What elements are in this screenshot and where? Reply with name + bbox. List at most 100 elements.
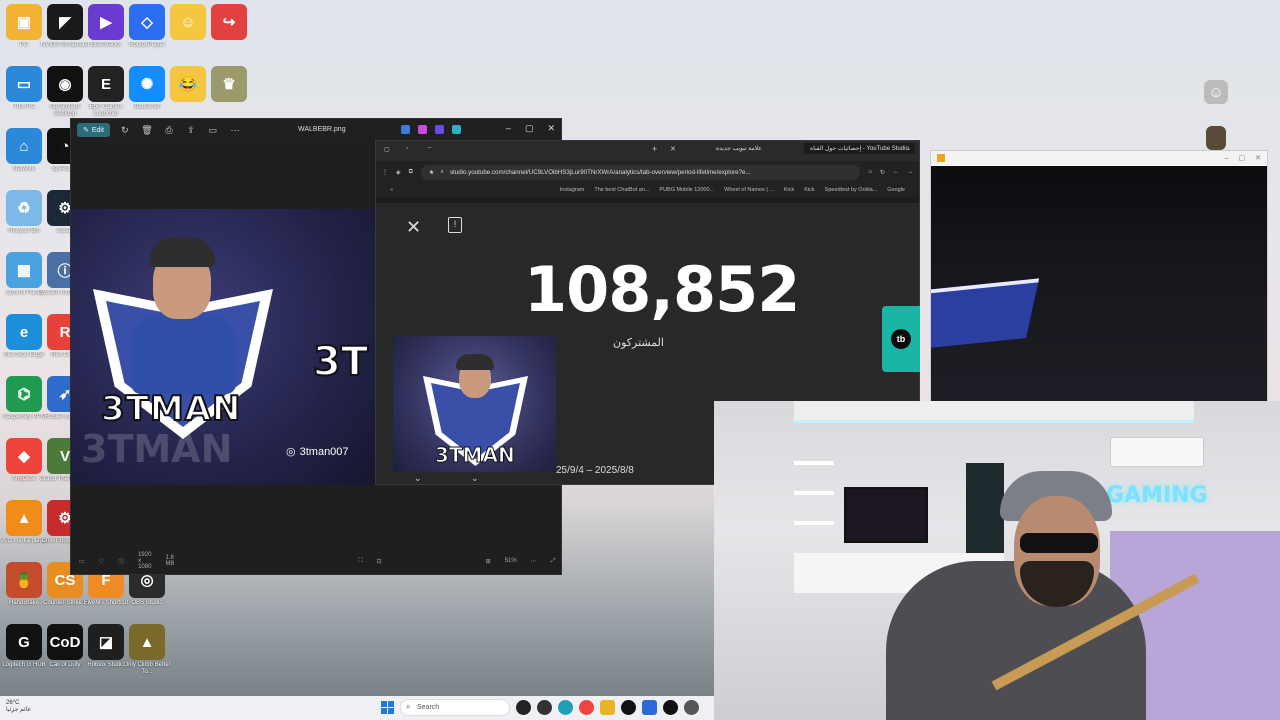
- rotate-icon[interactable]: ↻: [118, 125, 132, 136]
- temperature: 26°C: [6, 700, 20, 706]
- app-icon-4[interactable]: [452, 125, 461, 134]
- app-icon-edge[interactable]: [558, 700, 573, 715]
- bookmark-4[interactable]: Wheel of Names | ...: [724, 187, 774, 193]
- info-icon[interactable]: ⓘ: [118, 557, 124, 566]
- app-icon: 😂: [170, 66, 206, 102]
- weather-text: غائم جزئيا: [6, 707, 31, 713]
- close-icon[interactable]: ✕: [547, 123, 555, 134]
- favorite-star-icon[interactable]: ★: [429, 169, 435, 176]
- side-widget-tab[interactable]: tb: [882, 306, 920, 372]
- more-icon[interactable]: ⋯: [228, 125, 242, 136]
- tab-actions-icon[interactable]: ▢: [384, 146, 390, 153]
- bookmark-3[interactable]: PUBG Mobile 12000...: [659, 187, 714, 193]
- banner-name-text: 3TMAN: [100, 388, 242, 430]
- edit-button[interactable]: ✎ Edit: [77, 123, 110, 137]
- app-icon-6[interactable]: [621, 700, 636, 715]
- game-platform: [931, 278, 1040, 350]
- browser-minimize-icon[interactable]: –: [428, 145, 431, 151]
- app-icon-2[interactable]: [537, 700, 552, 715]
- app-icon: ✺: [129, 66, 165, 102]
- crop-icon[interactable]: ⊡: [377, 558, 382, 565]
- back-icon[interactable]: ←: [893, 169, 899, 175]
- refresh-icon[interactable]: ↻: [880, 169, 885, 176]
- filmstrip-icon[interactable]: ▭: [79, 558, 85, 565]
- app-icon-1[interactable]: [401, 125, 410, 134]
- taskbar-search[interactable]: ⌕ Search: [400, 699, 510, 716]
- desktop-icon[interactable]: ▲ Only Climb Better To...: [123, 624, 171, 686]
- favorite-icon[interactable]: ♡: [99, 558, 104, 565]
- collections-icon[interactable]: ⧉: [409, 169, 413, 176]
- fit-icon[interactable]: ⛶: [358, 558, 362, 565]
- menu-icon[interactable]: ⋮: [382, 169, 388, 176]
- zoom-icon[interactable]: ⊞: [486, 558, 491, 565]
- tab-new-tab[interactable]: علامة تبويب جديدة: [716, 145, 762, 152]
- app-icon-2[interactable]: [418, 125, 427, 134]
- delete-icon[interactable]: 🗑: [140, 125, 154, 136]
- app-icon-8[interactable]: [663, 700, 678, 715]
- close-icon[interactable]: ✕: [1255, 154, 1261, 162]
- minimize-icon[interactable]: ▫: [406, 146, 408, 152]
- close-icon[interactable]: ✕: [406, 217, 421, 238]
- app-icon-3[interactable]: [435, 125, 444, 134]
- desktop-icon[interactable]: ↪: [205, 4, 253, 66]
- zoom-value[interactable]: 51%: [505, 558, 517, 564]
- fullscreen-icon[interactable]: ⤢: [551, 558, 556, 565]
- tab-close-icon[interactable]: ✕: [670, 145, 676, 153]
- maximize-icon[interactable]: ▢: [1239, 154, 1246, 162]
- sunglasses: [1020, 533, 1098, 553]
- app-icon-7[interactable]: [642, 700, 657, 715]
- bookmark-8[interactable]: Google: [887, 187, 905, 193]
- chevron-down-icon[interactable]: ⌄: [414, 473, 422, 484]
- bookmark-2[interactable]: The best ChatBot an...: [594, 187, 649, 193]
- bookmark-7[interactable]: Speedtest by Ookla...: [825, 187, 878, 193]
- weather-widget[interactable]: 26°C غائم جزئيا: [6, 700, 31, 714]
- more-options-icon[interactable]: ⋯: [531, 558, 537, 565]
- app-icon-4[interactable]: [579, 700, 594, 715]
- bookmark-1[interactable]: Instagram: [560, 187, 584, 193]
- home-icon[interactable]: ⌂: [868, 169, 872, 175]
- app-icon-9[interactable]: [684, 700, 699, 715]
- address-bar-row: ⋮ ◈ ⧉ ★ ⌕ studio.youtube.com/channel/UC9…: [376, 161, 919, 183]
- search-icon: ⌕: [406, 702, 411, 711]
- start-button[interactable]: [381, 701, 394, 714]
- bookmarks-bar: « Instagram The best ChatBot an... PUBG …: [376, 183, 919, 197]
- desktop-icon-label: Only Climb Better To...: [123, 662, 171, 675]
- wall-shelf: [794, 461, 834, 465]
- forward-icon[interactable]: →: [907, 169, 913, 175]
- filesize-text: 1.8 MB: [165, 555, 175, 567]
- tab-search-icon[interactable]: ⌄: [906, 145, 911, 152]
- minimize-icon[interactable]: –: [1225, 155, 1229, 162]
- app-shortcut-icons: [401, 125, 461, 134]
- tab-youtube-studio[interactable]: إحصائيات حول القناة - YouTube Studio: [804, 143, 915, 154]
- bookmark-5[interactable]: Kick: [784, 187, 794, 193]
- app-icon: ▦: [6, 252, 42, 288]
- app-icon-folder[interactable]: [600, 700, 615, 715]
- webcam-overlay: GAMING: [714, 401, 1280, 720]
- app-icon-obs[interactable]: [516, 700, 531, 715]
- handle-text: 3tman007: [299, 445, 349, 458]
- new-tab-icon[interactable]: +: [652, 144, 657, 154]
- game-scene[interactable]: [931, 166, 1267, 401]
- minimize-icon[interactable]: –: [506, 123, 511, 134]
- taskbar: 26°C غائم جزئيا ⌕ Search: [0, 696, 714, 720]
- app-icon: ▲: [6, 500, 42, 536]
- bookmark-6[interactable]: Kick: [804, 187, 814, 193]
- share-icon[interactable]: ⇪: [184, 125, 198, 136]
- app-icon: ▲: [129, 624, 165, 660]
- app-icon: 🍍: [6, 562, 42, 598]
- taskbar-apps: [516, 700, 699, 715]
- feedback-icon[interactable]: !: [448, 217, 462, 233]
- chevron-down-icon-2[interactable]: ⌄: [471, 473, 479, 484]
- app-icon: ♛: [211, 66, 247, 102]
- wall-shelf: [794, 521, 834, 525]
- url-field[interactable]: ★ ⌕ studio.youtube.com/channel/UC9LVOibH…: [420, 164, 861, 180]
- app-icon: ▭: [6, 66, 42, 102]
- bookmarks-chevron-icon[interactable]: «: [390, 187, 393, 193]
- maximize-icon[interactable]: ▢: [525, 123, 534, 134]
- print-icon[interactable]: ⎙: [162, 125, 176, 136]
- extension-icon[interactable]: ◈: [396, 169, 401, 176]
- slideshow-icon[interactable]: ▭: [206, 125, 220, 136]
- app-icon: ▶: [88, 4, 124, 40]
- instagram-icon: ◎: [286, 446, 296, 458]
- desktop-icon-label: OBS Studio: [131, 600, 163, 606]
